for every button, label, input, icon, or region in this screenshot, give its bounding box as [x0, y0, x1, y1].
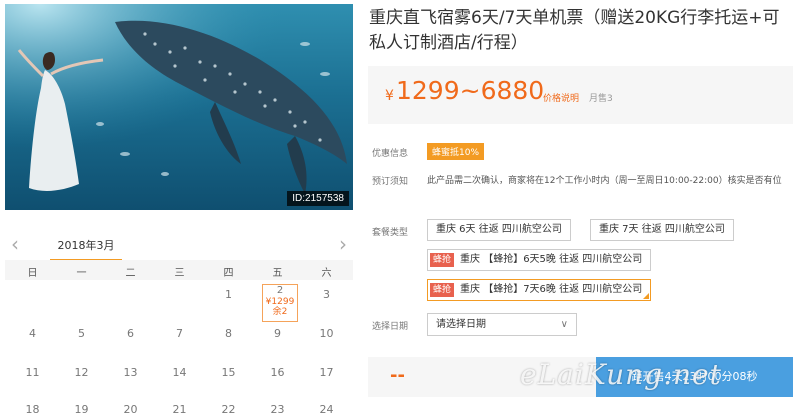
- calendar-day[interactable]: 11: [8, 366, 57, 379]
- weekday-label: 四: [223, 268, 234, 279]
- weekday-label: 三: [174, 268, 185, 279]
- notice-text: 此产品需二次确认，商家将在12个工作小时内（周一至周日10:00-22:00）核…: [427, 176, 782, 186]
- photo-id-label: ID:2157538: [287, 191, 349, 206]
- weekday-label: 日: [27, 268, 38, 279]
- price-explain-link[interactable]: 价格说明: [543, 91, 579, 104]
- calendar-day[interactable]: 17: [302, 366, 351, 379]
- calendar-weekdays: 日 一 二 三 四 五 六: [5, 260, 353, 280]
- package-option-4-selected[interactable]: 蜂抢 重庆 【蜂抢】7天6晚 往返 四川航空公司: [427, 279, 652, 301]
- package-option-2[interactable]: 重庆 7天 往返 四川航空公司: [590, 219, 734, 241]
- discount-label: 优惠信息: [372, 149, 409, 159]
- calendar-day[interactable]: 14: [155, 366, 204, 379]
- calendar-day[interactable]: 15: [204, 366, 253, 379]
- calendar-day[interactable]: 3: [302, 288, 351, 301]
- weekday-label: 一: [76, 268, 87, 279]
- product-title: 重庆直飞宿雾6天/7天单机票（赠送20KG行李托运+可私人订制酒店/行程）: [369, 8, 780, 53]
- flash-sale-badge: 蜂抢: [430, 283, 455, 297]
- selected-price: --: [390, 365, 405, 386]
- underwater-illustration: [5, 4, 353, 210]
- calendar-day[interactable]: 22: [204, 403, 253, 416]
- calendar-day[interactable]: 6: [106, 327, 155, 340]
- package-option-text: 重庆 【蜂抢】6天5晚 往返 四川航空公司: [460, 254, 643, 265]
- calendar-day[interactable]: 10: [302, 327, 351, 340]
- weekday-label: 五: [272, 268, 283, 279]
- flash-sale-badge: 蜂抢: [430, 253, 455, 267]
- calendar-day[interactable]: 7: [155, 327, 204, 340]
- calendar-day[interactable]: 16: [253, 366, 302, 379]
- discount-badge: 蜂蜜抵10%: [427, 143, 485, 160]
- calendar-day[interactable]: 23: [253, 403, 302, 416]
- calendar-header: ‹ 2018年3月 ›: [5, 232, 353, 261]
- product-hero-image: ID:2157538: [5, 4, 353, 210]
- date-select-placeholder: 请选择日期: [436, 319, 486, 330]
- calendar-day[interactable]: 8: [204, 327, 253, 340]
- calendar-day[interactable]: 20: [106, 403, 155, 416]
- chevron-down-icon: ∨: [560, 319, 568, 330]
- calendar-day[interactable]: 9: [253, 327, 302, 340]
- package-option-text: 重庆 7天 往返 四川航空公司: [599, 224, 725, 235]
- calendar-month-tab[interactable]: 2018年3月: [50, 237, 122, 261]
- package-option-1[interactable]: 重庆 6天 往返 四川航空公司: [427, 219, 571, 241]
- calendar-day[interactable]: 1: [204, 288, 253, 301]
- package-option-3[interactable]: 蜂抢 重庆 【蜂抢】6天5晚 往返 四川航空公司: [427, 249, 652, 271]
- currency-symbol: ¥: [385, 88, 394, 104]
- weekday-label: 二: [125, 268, 136, 279]
- calendar-day[interactable]: 5: [57, 327, 106, 340]
- calendar-day[interactable]: 24: [302, 403, 351, 416]
- calendar-day[interactable]: 12: [57, 366, 106, 379]
- calendar-grid: 1 3 4 5 6 7 8 9 10 11 12 13 14 15 16 17 …: [5, 281, 353, 416]
- date-label: 选择日期: [372, 322, 409, 332]
- calendar-day[interactable]: 21: [155, 403, 204, 416]
- calendar-day[interactable]: 13: [106, 366, 155, 379]
- date-select[interactable]: 请选择日期 ∨: [427, 313, 577, 336]
- price-range: 1299~6880: [396, 76, 545, 105]
- price-panel: ¥ 1299~6880 价格说明 月售3: [368, 66, 793, 124]
- package-type-label: 套餐类型: [372, 228, 409, 238]
- calendar-day[interactable]: 19: [57, 403, 106, 416]
- package-option-text: 重庆 【蜂抢】7天6晚 往返 四川航空公司: [460, 284, 643, 295]
- notice-label: 预订须知: [372, 177, 409, 187]
- selected-corner-icon: [643, 293, 650, 299]
- weekday-label: 六: [321, 268, 332, 279]
- calendar-day[interactable]: 4: [8, 327, 57, 340]
- chevron-left-icon[interactable]: ‹: [11, 234, 19, 254]
- package-option-text: 重庆 6天 往返 四川航空公司: [436, 224, 562, 235]
- calendar-day[interactable]: 18: [8, 403, 57, 416]
- monthly-sales: 月售3: [589, 94, 613, 104]
- chevron-right-icon[interactable]: ›: [339, 234, 347, 254]
- watermark: eLaiKung.net: [520, 358, 722, 391]
